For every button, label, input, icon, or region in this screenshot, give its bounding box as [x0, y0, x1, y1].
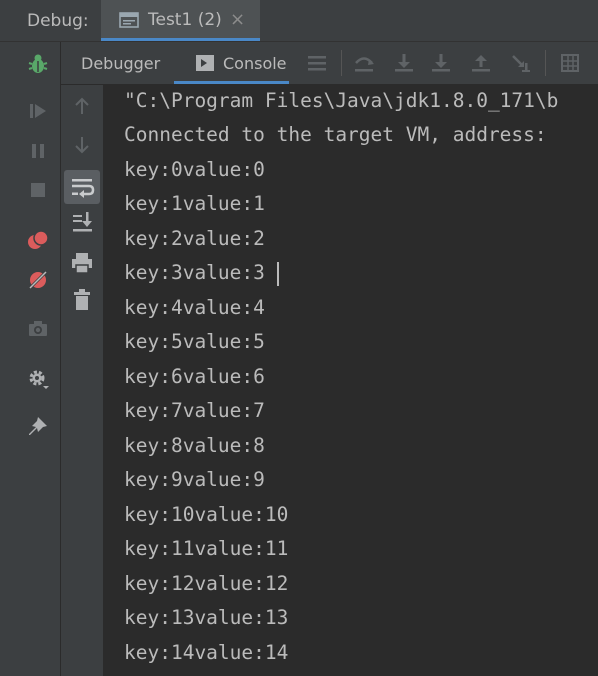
evaluate-icon[interactable]: [558, 51, 582, 75]
down-arrow-icon[interactable]: [69, 132, 95, 158]
window-icon: [119, 11, 139, 33]
console-line: key:9value:9: [124, 468, 265, 491]
tab-console[interactable]: Console: [174, 42, 289, 84]
mute-breakpoints-icon[interactable]: [26, 268, 50, 292]
view-breakpoints-icon[interactable]: [26, 228, 50, 252]
text-caret: [277, 262, 279, 286]
console-line: key:7value:7: [124, 399, 265, 422]
scroll-to-end-icon[interactable]: [69, 209, 95, 235]
console-line: key:0value:0: [124, 158, 265, 181]
toolbar-divider: [545, 50, 546, 76]
tab-test1[interactable]: Test1 (2) ×: [101, 0, 260, 41]
console-line: key:14value:14: [124, 641, 289, 664]
tab-console-label: Console: [223, 54, 287, 73]
settings-icon[interactable]: [26, 367, 50, 391]
clear-icon[interactable]: [69, 287, 95, 313]
console-line-connected: Connected to the target VM, address:: [124, 123, 547, 146]
console-line: key:4value:4: [124, 296, 265, 319]
tab-label: Test1 (2): [148, 10, 222, 30]
console-line: key:6value:6: [124, 365, 265, 388]
console-icon: [196, 55, 214, 75]
console-line: key:8value:8: [124, 434, 265, 457]
console-line: key:13value:13: [124, 606, 289, 629]
tab-debugger[interactable]: Debugger: [81, 54, 160, 73]
camera-icon[interactable]: [26, 317, 50, 341]
pin-icon[interactable]: [26, 415, 50, 439]
pause-icon[interactable]: [26, 139, 50, 163]
step-into-icon[interactable]: [392, 51, 416, 75]
toolbar-divider: [341, 50, 342, 76]
stop-icon[interactable]: [26, 178, 50, 202]
debug-label: Debug:: [27, 11, 89, 31]
console-line: key:5value:5: [124, 330, 265, 353]
console-line: key:2value:2: [124, 227, 265, 250]
console-line: key:3value:3: [124, 261, 265, 284]
console-line: key:10value:10: [124, 503, 289, 526]
step-out-icon[interactable]: [469, 51, 493, 75]
tab-active-indicator: [174, 81, 289, 84]
debug-bug-icon[interactable]: [26, 52, 50, 76]
console-output[interactable]: "C:\Program Files\Java\jdk1.8.0_171\b Co…: [104, 85, 598, 676]
debug-tab-bar: Debugger Console: [61, 42, 598, 85]
debug-left-toolbar: [0, 42, 61, 676]
soft-wrap-icon[interactable]: [64, 170, 100, 204]
console-line: key:1value:1: [124, 192, 265, 215]
up-arrow-icon[interactable]: [69, 93, 95, 119]
console-line: key:12value:12: [124, 572, 289, 595]
close-icon[interactable]: ×: [230, 9, 245, 30]
console-line: key:11value:11: [124, 537, 289, 560]
console-gutter-toolbar: [61, 85, 104, 676]
console-line-command: "C:\Program Files\Java\jdk1.8.0_171\b: [124, 89, 559, 112]
resume-icon[interactable]: [26, 99, 50, 123]
print-icon[interactable]: [69, 250, 95, 276]
debug-title-bar: Debug: Test1 (2) ×: [0, 0, 598, 42]
run-to-cursor-icon[interactable]: [509, 51, 533, 75]
force-step-into-icon[interactable]: [429, 51, 453, 75]
tab-active-indicator: [101, 38, 260, 41]
step-over-icon[interactable]: [352, 51, 376, 75]
menu-icon[interactable]: [305, 51, 329, 75]
